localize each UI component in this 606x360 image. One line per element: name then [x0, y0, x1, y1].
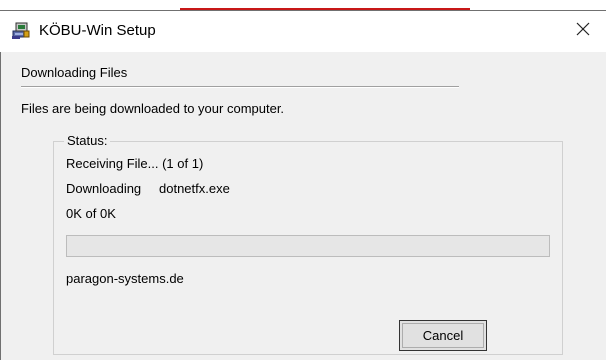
- download-progress-bar: [66, 235, 550, 257]
- cancel-button[interactable]: Cancel: [399, 320, 487, 351]
- download-line: Downloading dotnetfx.exe: [66, 181, 230, 196]
- dialog-body: Downloading Files Files are being downlo…: [0, 52, 606, 360]
- header-divider: [21, 86, 459, 88]
- download-filename: dotnetfx.exe: [159, 181, 230, 196]
- page-title: Downloading Files: [21, 65, 128, 80]
- setup-window: KÖBU-Win Setup Downloading Files Files a…: [0, 0, 606, 360]
- site-text: paragon-systems.de: [66, 271, 184, 286]
- window-title: KÖBU-Win Setup: [39, 22, 156, 39]
- info-text: Files are being downloaded to your compu…: [21, 101, 285, 116]
- status-legend: Status:: [64, 133, 111, 148]
- receiving-status: Receiving File... (1 of 1): [66, 156, 204, 171]
- downloading-label: Downloading: [66, 181, 142, 196]
- close-icon: [576, 22, 590, 41]
- close-button[interactable]: [560, 11, 606, 51]
- title-bar[interactable]: KÖBU-Win Setup: [0, 10, 606, 52]
- setup-computer-icon: [11, 20, 31, 40]
- download-size: 0K of 0K: [66, 206, 116, 221]
